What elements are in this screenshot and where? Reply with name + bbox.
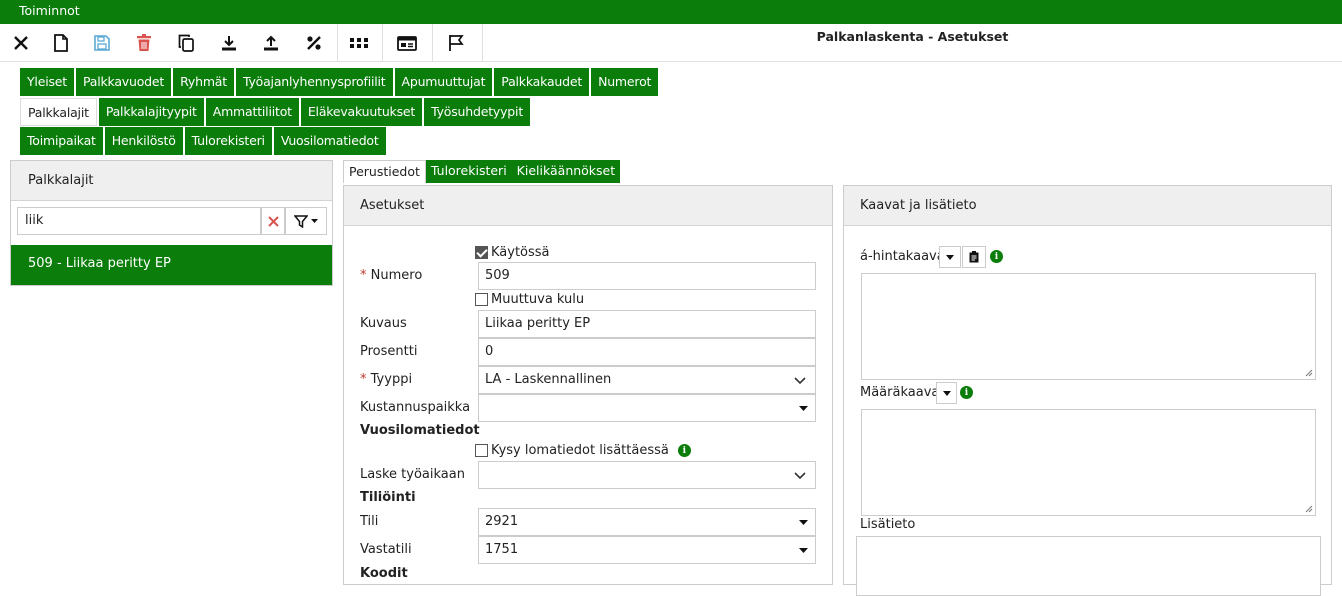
tyyppi-select[interactable]: LA - Laskennallinen	[478, 366, 816, 394]
caret-down-icon[interactable]	[939, 246, 961, 268]
ahintakaava-label: á-hintakaava	[860, 249, 945, 264]
save-icon[interactable]	[83, 24, 121, 62]
nav-tyosuhdetyypit[interactable]: Työsuhdetyypit	[424, 98, 531, 126]
nav-palkkavuodet[interactable]: Palkkavuodet	[75, 68, 172, 96]
kuvaus-label: Kuvaus	[360, 316, 407, 331]
page-title: Palkanlaskenta - Asetukset	[816, 29, 1009, 44]
kaytossa-checkbox[interactable]: Käytössä	[475, 245, 550, 260]
asetukset-panel: Asetukset Käytössä * Numero 509 Muuttuva…	[343, 185, 833, 585]
nav-tyoajanlyhennysprofiilit[interactable]: Työajanlyhennysprofiilit	[235, 68, 393, 96]
prosentti-label: Prosentti	[360, 344, 418, 359]
chevron-down-icon[interactable]	[790, 366, 810, 394]
palkkalajit-panel: Palkkalajit liik 509 - Liikaa peritty EP	[10, 160, 333, 286]
nav-palkkakaudet[interactable]: Palkkakaudet	[494, 68, 590, 96]
tiliointi-heading: Tiliöinti	[360, 490, 416, 505]
caret-down-icon[interactable]	[936, 382, 957, 404]
nav-elakevakuutukset[interactable]: Eläkevakuutukset	[300, 98, 423, 126]
search-input[interactable]: liik	[17, 207, 261, 235]
muuttuva-kulu-checkbox[interactable]: Muuttuva kulu	[475, 292, 584, 307]
nav-row-3: Toimipaikat Henkilöstö Tulorekisteri Vuo…	[20, 127, 388, 155]
vastatili-label: Vastatili	[360, 542, 412, 557]
nav-numerot[interactable]: Numerot	[591, 68, 659, 96]
id-card-icon[interactable]	[388, 24, 426, 62]
flag-icon[interactable]	[437, 24, 475, 62]
vastatili-field[interactable]: 1751	[478, 536, 816, 564]
nav-yleiset[interactable]: Yleiset	[20, 68, 74, 96]
lisatieto-label: Lisätieto	[860, 517, 916, 532]
nav-row-1: Yleiset Palkkavuodet Ryhmät Työajanlyhen…	[20, 68, 660, 96]
nav-palkkalajit[interactable]: Palkkalajit	[20, 98, 97, 126]
tili-label: Tili	[360, 514, 379, 529]
nav-ammattiliitot[interactable]: Ammattiliitot	[205, 98, 299, 126]
laske-tyoaikaan-select[interactable]	[478, 461, 816, 489]
nav-palkkalajityypit[interactable]: Palkkalajityypit	[98, 98, 204, 126]
nav-toimipaikat[interactable]: Toimipaikat	[20, 127, 103, 155]
chevron-down-icon[interactable]	[790, 461, 810, 489]
laske-tyoaikaan-label: Laske työaikaan	[360, 467, 465, 482]
nav-henkilosto[interactable]: Henkilöstö	[104, 127, 183, 155]
toolbar: Palkanlaskenta - Asetukset	[0, 24, 1342, 62]
nav-ryhmat[interactable]: Ryhmät	[173, 68, 234, 96]
maarakaava-textarea[interactable]	[861, 409, 1316, 516]
new-document-icon[interactable]	[42, 24, 80, 62]
vuosilomatiedot-heading: Vuosilomatiedot	[360, 423, 480, 438]
tab-tulorekisteri[interactable]: Tulorekisteri	[425, 160, 512, 183]
filter-icon	[294, 214, 308, 228]
close-icon[interactable]	[2, 24, 40, 62]
kustannuspaikka-field[interactable]	[478, 394, 816, 422]
apps-grid-icon[interactable]	[340, 24, 378, 62]
ahintakaava-textarea[interactable]	[861, 273, 1316, 380]
caret-down-icon[interactable]	[793, 394, 813, 422]
caret-down-icon[interactable]	[793, 508, 813, 536]
upload-icon[interactable]	[252, 24, 290, 62]
detail-tabs: Perustiedot Tulorekisteri Kielikäännökse…	[343, 160, 621, 183]
koodit-heading: Koodit	[360, 566, 408, 581]
filter-button[interactable]	[285, 207, 327, 235]
panel-title: Asetukset	[344, 186, 832, 226]
clear-search-icon[interactable]	[261, 207, 285, 235]
info-icon[interactable]: i	[990, 250, 1003, 263]
copy-icon[interactable]	[167, 24, 205, 62]
nav-apumuuttujat[interactable]: Apumuuttujat	[394, 68, 493, 96]
percent-icon[interactable]	[295, 24, 333, 62]
list-item[interactable]: 509 - Liikaa peritty EP	[11, 245, 332, 285]
download-icon[interactable]	[210, 24, 248, 62]
kustannuspaikka-label: Kustannuspaikka	[360, 400, 471, 415]
caret-down-icon[interactable]	[793, 536, 813, 564]
lisatieto-textarea[interactable]	[856, 536, 1321, 596]
clipboard-icon[interactable]	[962, 246, 986, 268]
nav-vuosilomatiedot[interactable]: Vuosilomatiedot	[273, 127, 386, 155]
info-icon[interactable]: i	[960, 386, 973, 399]
panel-title: Palkkalajit	[11, 161, 332, 201]
tab-kielikaannokset[interactable]: Kielikäännökset	[511, 160, 621, 183]
info-icon[interactable]: i	[677, 444, 691, 457]
kuvaus-field[interactable]: Liikaa peritty EP	[478, 310, 816, 338]
menu-title[interactable]: Toiminnot	[19, 3, 80, 18]
kaavat-panel: Kaavat ja lisätieto á-hintakaava i Määrä…	[843, 185, 1332, 596]
numero-label: * Numero	[360, 268, 423, 283]
delete-icon[interactable]	[125, 24, 163, 62]
tyyppi-label: * Tyyppi	[360, 372, 413, 387]
nav-tulorekisteri[interactable]: Tulorekisteri	[184, 127, 272, 155]
caret-down-icon	[311, 219, 318, 223]
numero-field[interactable]: 509	[478, 262, 816, 290]
maarakaava-label: Määräkaava	[860, 385, 940, 400]
kysy-lomatiedot-checkbox[interactable]: Kysy lomatiedot lisättäessä i	[475, 443, 691, 458]
prosentti-field[interactable]: 0	[478, 338, 816, 366]
panel-title: Kaavat ja lisätieto	[844, 186, 1331, 226]
tab-perustiedot[interactable]: Perustiedot	[343, 160, 426, 183]
nav-row-2: Palkkalajit Palkkalajityypit Ammattiliit…	[20, 98, 532, 126]
tili-field[interactable]: 2921	[478, 508, 816, 536]
menu-bar[interactable]: Toiminnot	[0, 0, 1342, 24]
